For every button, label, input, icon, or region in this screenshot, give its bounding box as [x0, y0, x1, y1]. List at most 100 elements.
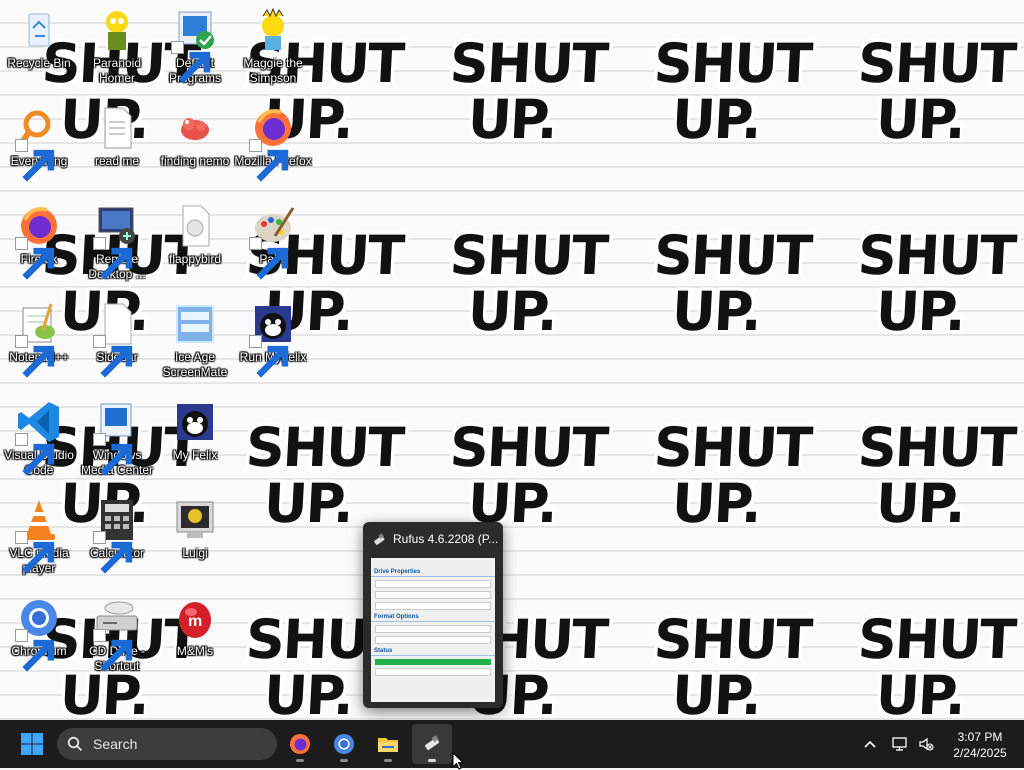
maggie-simpson-icon	[249, 6, 297, 54]
desktop-icon-calculator[interactable]: Calculator	[78, 496, 156, 574]
desktop-icon-firefox[interactable]: Firefox	[0, 202, 78, 280]
wallpaper-tile: SHUTUP.	[652, 608, 813, 720]
clock-date: 2/24/2025	[953, 746, 1007, 760]
desktop-icon-paranoid-homer[interactable]: Paranoid Homer	[78, 6, 156, 86]
desktop-icon-label: My Felix	[172, 448, 218, 462]
wallpaper-tile: SHUTUP.	[448, 224, 609, 343]
chromium-icon	[15, 594, 63, 672]
wallpaper-tile: SHUTUP.	[856, 416, 1017, 535]
read-me-icon	[93, 104, 141, 152]
recycle-bin-icon	[15, 6, 63, 54]
desktop-icon-everything[interactable]: Everything	[0, 104, 78, 182]
default-programs-icon	[171, 6, 219, 84]
start-button[interactable]	[12, 724, 52, 764]
desktop-icon-windows-media-center[interactable]: Windows Media Center	[78, 398, 156, 478]
desktop-icon-m-and-ms[interactable]: m M&M's	[156, 594, 234, 659]
desktop-icon-flappybird[interactable]: flappybird	[156, 202, 234, 267]
shortcut-arrow-icon	[93, 237, 133, 280]
desktop-icon-finding-nemo[interactable]: finding nemo	[156, 104, 234, 169]
desktop-icon-vlc-media-player[interactable]: VLC media player	[0, 496, 78, 576]
desktop-icon-read-me[interactable]: read me	[78, 104, 156, 169]
wallpaper-tile: SHUTUP.	[652, 224, 813, 343]
desktop-icon-recycle-bin[interactable]: Recycle Bin	[0, 6, 78, 71]
desktop-icon-label: M&M's	[176, 644, 214, 658]
taskbar-chromium[interactable]	[324, 724, 364, 764]
shortcut-arrow-icon	[171, 41, 211, 84]
finding-nemo-icon	[171, 104, 219, 152]
svg-text:m: m	[188, 613, 202, 630]
running-indicator	[340, 759, 348, 762]
m-and-ms-icon: m	[171, 594, 219, 642]
desktop-icon-ice-age-screenmate[interactable]: Ice Age ScreenMate	[156, 300, 234, 380]
wallpaper-tile: SHUTUP.	[448, 32, 609, 151]
volume-muted-icon[interactable]	[918, 736, 934, 752]
shortcut-arrow-icon	[15, 237, 55, 280]
firefox-icon	[15, 202, 63, 280]
taskbar-window-preview[interactable]: Rufus 4.6.2208 (P... Drive Properties Fo…	[363, 522, 503, 708]
calculator-icon	[93, 496, 141, 574]
desktop-icon-paint[interactable]: Paint	[234, 202, 312, 280]
thumb-field	[375, 668, 491, 676]
desktop-icon-luigi[interactable]: Luigi	[156, 496, 234, 561]
notepad-plus-plus-icon	[15, 300, 63, 378]
cd-drive-shortcut-icon	[93, 594, 141, 672]
thumb-section-drive: Drive Properties	[371, 568, 495, 577]
desktop-icon-label: Luigi	[182, 546, 208, 560]
desktop-icon-maggie-simpson[interactable]: Maggie the Simpson	[234, 6, 312, 86]
wallpaper-tile: SHUTUP.	[244, 608, 405, 720]
desktop-icon-run-myfelix[interactable]: Run MyFelix	[234, 300, 312, 378]
running-indicator	[428, 759, 436, 762]
shortcut-arrow-icon	[93, 335, 133, 378]
desktop-icon-default-programs[interactable]: Default Programs	[156, 6, 234, 86]
desktop-icon-cd-drive-shortcut[interactable]: CD Drive - Shortcut	[78, 594, 156, 674]
mozilla-firefox-icon	[249, 104, 297, 182]
taskbar-rufus[interactable]	[412, 724, 452, 764]
preview-window-title: Rufus 4.6.2208 (P...	[393, 532, 499, 546]
preview-thumbnail[interactable]: Drive Properties Format Options Status	[371, 558, 495, 702]
desktop-icon-visual-studio-code[interactable]: Visual Studio Code	[0, 398, 78, 478]
desktop-icon-mozilla-firefox[interactable]: Mozilla Firefox	[234, 104, 312, 182]
wallpaper-tile: SHUTUP.	[856, 32, 1017, 151]
desktop-icon-label: flappybird	[168, 252, 222, 266]
ice-age-screenmate-icon	[171, 300, 219, 348]
desktop-icon-my-felix[interactable]: My Felix	[156, 398, 234, 463]
shortcut-arrow-icon	[93, 629, 133, 672]
luigi-icon	[171, 496, 219, 544]
thumb-field	[375, 591, 491, 599]
my-felix-icon	[171, 398, 219, 446]
wallpaper-tile: SHUTUP.	[652, 32, 813, 151]
desktop-icon-label: finding nemo	[160, 154, 230, 168]
network-icon[interactable]	[892, 736, 908, 752]
rufus-icon	[374, 533, 385, 545]
desktop-icon-sidebar[interactable]: Sidebar	[78, 300, 156, 378]
paranoid-homer-icon	[93, 6, 141, 54]
desktop-icon-chromium[interactable]: Chromium	[0, 594, 78, 672]
wallpaper-tile: SHUTUP.	[856, 224, 1017, 343]
visual-studio-code-icon	[15, 398, 63, 476]
firefox-icon	[290, 734, 310, 754]
shortcut-arrow-icon	[93, 531, 133, 574]
remote-desktop-icon	[93, 202, 141, 280]
shortcut-arrow-icon	[15, 629, 55, 672]
taskbar-file-explorer[interactable]	[368, 724, 408, 764]
system-clock[interactable]: 3:07 PM 2/24/2025	[940, 729, 1020, 761]
thumb-field	[375, 580, 491, 588]
search-label: Search	[93, 736, 138, 752]
taskbar-search-box[interactable]: Search	[57, 728, 277, 760]
run-myfelix-icon	[249, 300, 297, 378]
usb-drive-icon	[424, 735, 440, 751]
desktop-icon-notepad-plus-plus[interactable]: Notepad++	[0, 300, 78, 378]
shortcut-arrow-icon	[15, 433, 55, 476]
windows-logo-icon	[21, 733, 43, 755]
thumb-field	[375, 625, 491, 633]
wallpaper-tile: SHUTUP.	[856, 608, 1017, 720]
taskbar-firefox[interactable]	[280, 724, 320, 764]
paint-icon	[249, 202, 297, 280]
desktop-icon-label: Recycle Bin	[7, 56, 71, 70]
flappybird-icon	[171, 202, 219, 250]
thumb-field	[375, 602, 491, 610]
chevron-up-icon[interactable]	[862, 736, 878, 752]
running-indicator	[384, 759, 392, 762]
thumb-progress-bar	[375, 659, 491, 665]
desktop-icon-remote-desktop[interactable]: Remote Desktop ...	[78, 202, 156, 282]
